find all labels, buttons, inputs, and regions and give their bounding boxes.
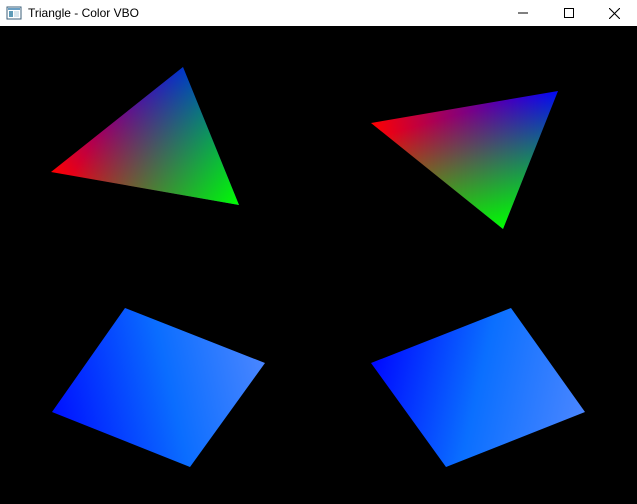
close-button[interactable] (591, 0, 637, 26)
title-bar[interactable]: Triangle - Color VBO (0, 0, 637, 26)
triangle-top-left (51, 67, 239, 205)
quad-bottom-left (52, 308, 265, 467)
opengl-window-icon (6, 5, 22, 21)
render-canvas[interactable] (0, 26, 637, 504)
close-icon (608, 7, 620, 19)
maximize-icon (564, 8, 574, 18)
app-window: Triangle - Color VBO (0, 0, 637, 504)
minimize-icon (518, 8, 528, 18)
scene-svg (51, 67, 585, 467)
quad-bottom-right (371, 308, 585, 467)
minimize-button[interactable] (500, 0, 546, 26)
triangle-top-right (371, 91, 558, 229)
maximize-button[interactable] (546, 0, 592, 26)
window-title: Triangle - Color VBO (28, 6, 139, 20)
